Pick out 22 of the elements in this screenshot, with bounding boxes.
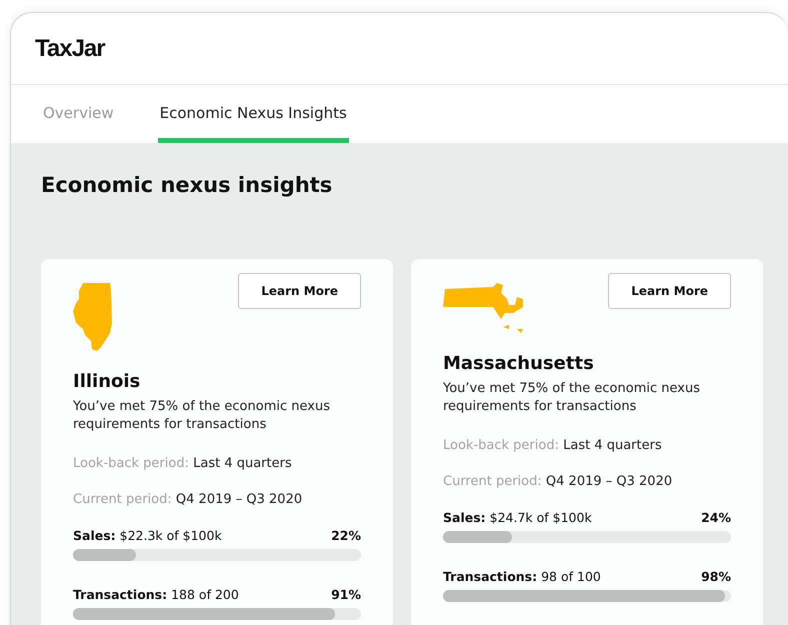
lookback-period: Look-back period: Last 4 quarters	[443, 438, 663, 453]
summary-text: You’ve met 75% of the economic nexus requirements for transactions	[73, 398, 331, 434]
learn-more-button[interactable]: Learn More	[608, 273, 731, 309]
metric-percent: 22%	[331, 528, 361, 543]
metric-percent: 24%	[701, 510, 731, 525]
page-heading: Economic nexus insights	[41, 173, 334, 197]
logo: TaxJar	[35, 34, 105, 62]
metric-label: Transactions: 188 of 200	[73, 587, 239, 602]
metric-percent: 91%	[331, 587, 361, 602]
state-name: Massachusetts	[443, 353, 595, 374]
metric-label: Transactions: 98 of 100	[443, 569, 601, 584]
lookback-period: Look-back period: Last 4 quarters	[73, 456, 293, 471]
summary-text: You’ve met 75% of the economic nexus requirements for transactions	[443, 380, 701, 416]
current-period: Current period: Q4 2019 – Q3 2020	[443, 474, 674, 489]
metric-percent: 98%	[701, 569, 731, 584]
state-name: Illinois	[73, 371, 142, 392]
metric-label: Sales: $24.7k of $100k	[443, 510, 592, 525]
state-map-icon	[443, 283, 525, 333]
state-map-icon	[73, 283, 113, 351]
learn-more-button[interactable]: Learn More	[238, 273, 361, 309]
current-period: Current period: Q4 2019 – Q3 2020	[73, 492, 304, 507]
metric-label: Sales: $22.3k of $100k	[73, 528, 222, 543]
